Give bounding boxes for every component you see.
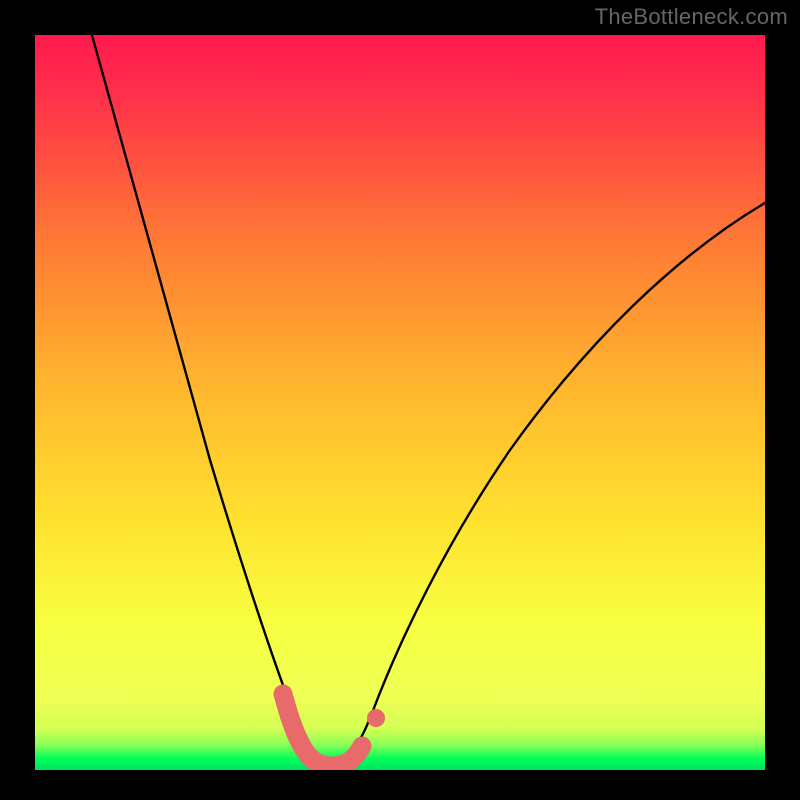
plot-background <box>35 35 765 770</box>
watermark-text: TheBottleneck.com <box>595 4 788 30</box>
bottleneck-chart <box>0 0 800 800</box>
highlight-dot <box>367 709 385 727</box>
chart-frame: TheBottleneck.com <box>0 0 800 800</box>
